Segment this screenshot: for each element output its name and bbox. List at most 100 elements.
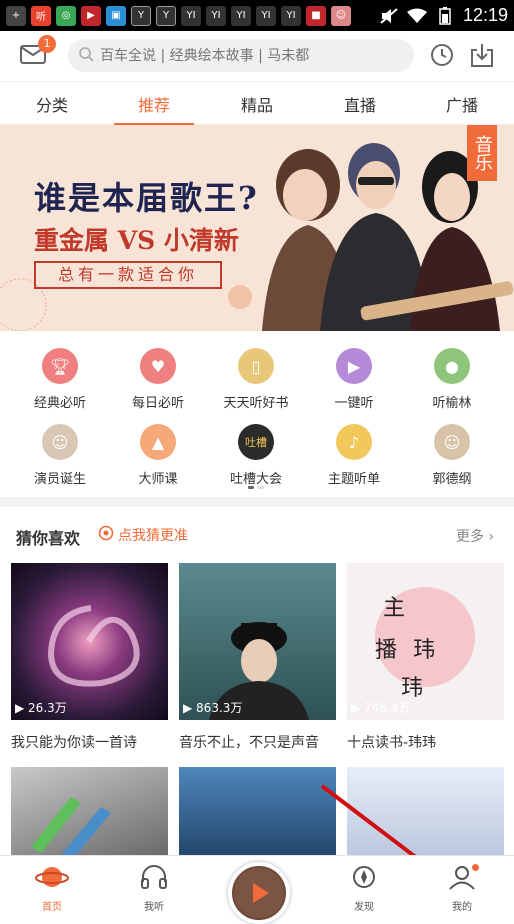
category-yulin[interactable]: ● 听榆林 [406,348,498,411]
bookmark-icon: ■ [306,5,326,26]
qr-icon: ▣ [106,5,126,26]
category-classic[interactable]: 🏆︎ 经典必听 [14,348,106,411]
album-title: 音乐不止，不只是声音 [179,735,319,751]
trophy-icon: 🏆︎ [42,348,78,384]
section-title: 猜你喜欢 [16,529,81,548]
calligraphy-artwork: 主播 玮玮 [375,587,475,701]
play-count-value: 863.3万 [196,701,243,715]
category-label: 天天听好书 [223,396,289,411]
play-count-value: 26.3万 [28,701,67,715]
history-clock-icon[interactable] [430,43,454,67]
singer-artwork [209,622,309,720]
svg-text:玮: 玮 [401,676,423,701]
recommend-section-header: 猜你喜欢 点我猜更准 更多 › [0,507,514,559]
svg-text:播: 播 [375,638,397,663]
nav-label: 我的 [452,902,472,913]
play-icon: ▶ [336,348,372,384]
svg-text:玮: 玮 [413,638,435,663]
tab-radio[interactable]: 广播 [446,92,478,116]
category-label: 大师课 [138,472,178,487]
video-icon: ▶ [81,5,101,26]
page-indicator [248,486,264,489]
discover-icon [334,864,394,894]
album-card[interactable]: ▶ 863.3万 音乐不止，不只是声音 [179,563,336,752]
album-cover: ▶ 863.3万 [179,563,336,720]
promo-banner[interactable]: 谁是本届歌王? 重金属 VS 小清新 总有一款适合你 音乐 [0,125,514,331]
nav-me[interactable]: 我的 [432,864,492,913]
actress-avatar-icon: ☺ [42,424,78,460]
category-grid-row-1: 🏆︎ 经典必听 ♥ 每日必听 ▯ 天天听好书 ▶ 一键听 ● 听榆林 [0,348,514,418]
y-icon: Y [156,5,176,26]
ting-app-icon: 听 [31,5,51,26]
category-guodegang[interactable]: ☺ 郭德纲 [406,424,498,487]
pencils-artwork [31,797,111,855]
category-grid-row-2: ☺ 演员诞生 ▲ 大师课 吐槽 吐槽大会 ♪ 主题听单 ☺ 郭德纲 [0,424,514,494]
music-note-icon: ♪ [336,424,372,460]
category-label: 演员诞生 [33,472,86,487]
album-title: 十点读书-玮玮 [347,735,437,751]
play-icon [234,868,284,918]
banner-music-tag: 音乐 [467,125,497,181]
svg-text:主: 主 [383,596,405,621]
notification-dot [472,864,479,871]
category-one-click[interactable]: ▶ 一键听 [308,348,400,411]
category-label: 听榆林 [432,396,472,411]
album-card[interactable] [179,767,336,855]
album-card[interactable] [11,767,168,855]
category-daily[interactable]: ♥ 每日必听 [112,348,204,411]
nav-label: 我听 [144,902,164,913]
nav-home[interactable]: 首页 [22,864,82,913]
album-card[interactable]: 主播玮玮 ▶ 746.4万 十点读书-玮玮 [347,563,504,752]
banner-title: 谁是本届歌王? [34,179,259,217]
more-label: 更多 [456,529,484,545]
play-count-value: 746.4万 [364,701,411,715]
nav-label: 首页 [42,902,62,913]
yi-icon: YI [206,5,226,26]
now-playing-button[interactable] [228,862,290,924]
search-bar[interactable] [68,39,414,72]
status-time: 12:19 [462,5,508,25]
category-books[interactable]: ▯ 天天听好书 [210,348,302,411]
location-icon: ● [434,348,470,384]
tab-live[interactable]: 直播 [344,92,376,116]
guess-better-link[interactable]: 点我猜更准 [98,525,188,545]
tab-recommend[interactable]: 推荐 [138,92,170,116]
album-cover [179,767,336,855]
yi-icon: YI [231,5,251,26]
section-divider [0,497,514,507]
tab-premium[interactable]: 精品 [241,92,273,116]
category-label: 一键听 [334,396,374,411]
planet-icon [22,864,82,894]
nav-label: 发现 [354,902,374,913]
plus-icon: + [6,5,26,26]
chevron-right-icon: › [488,529,495,545]
category-playlists[interactable]: ♪ 主题听单 [308,424,400,487]
category-label: 郭德纲 [432,472,472,487]
nav-listen[interactable]: 我听 [124,864,184,913]
album-cover [11,767,168,855]
category-actors[interactable]: ☺ 演员诞生 [14,424,106,487]
more-link[interactable]: 更多 › [456,526,494,546]
category-tabs: 分类 推荐 精品 直播 广播 [0,81,514,125]
category-master-class[interactable]: ▲ 大师课 [112,424,204,487]
graduation-cap-icon: ▲ [140,424,176,460]
y-icon: Y [131,5,151,26]
play-count: ▶ 26.3万 [15,701,67,715]
download-icon[interactable] [470,42,494,68]
calendar-icon: ♥ [140,348,176,384]
face-icon: ☺ [331,5,351,26]
category-label: 每日必听 [131,396,184,411]
tucao-icon: 吐槽 [238,424,274,460]
album-card[interactable]: ▶ 26.3万 我只能为你读一首诗 [11,563,168,752]
album-title: 我只能为你读一首诗 [11,735,137,751]
battery-icon [435,6,455,25]
play-count: ▶ 863.3万 [183,701,243,715]
category-roast[interactable]: 吐槽 吐槽大会 [210,424,302,487]
tab-categories[interactable]: 分类 [36,92,68,116]
page-dot-active [248,486,254,489]
guess-better-label: 点我猜更准 [118,528,188,544]
mail-badge: 1 [38,35,56,53]
nav-discover[interactable]: 发现 [334,864,394,913]
search-input[interactable] [100,47,400,64]
category-label: 经典必听 [33,396,86,411]
